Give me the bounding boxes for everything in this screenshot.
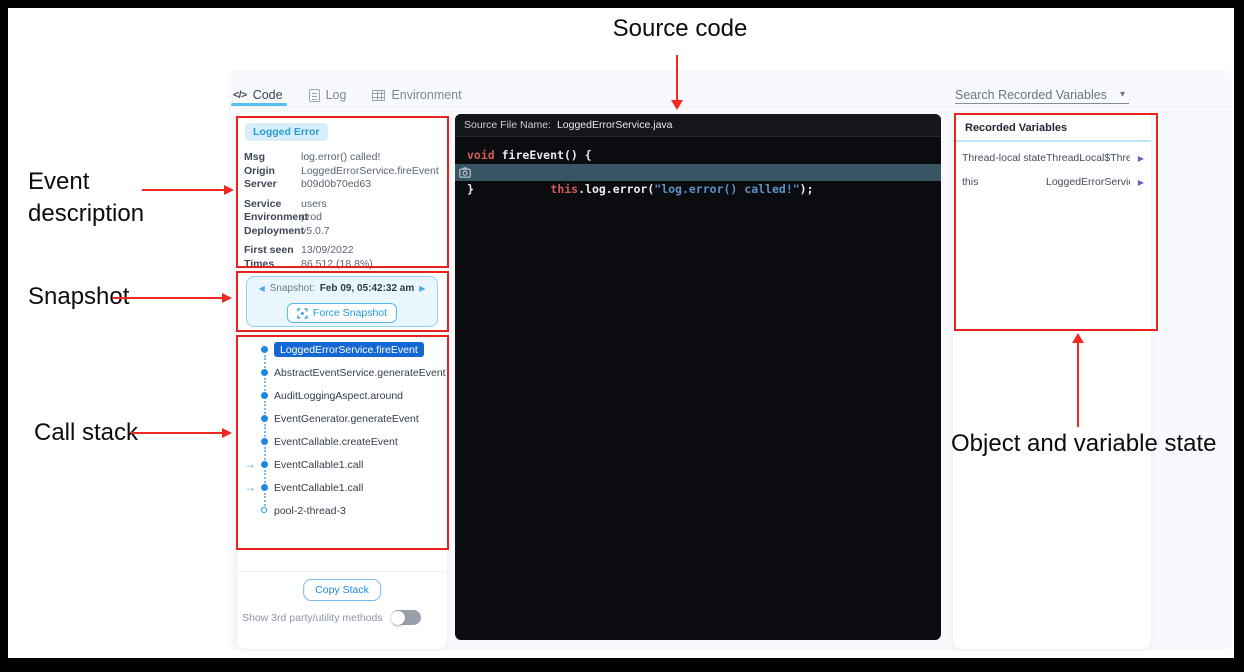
annotation-box-event-description [236, 116, 449, 268]
tab-code-label: Code [253, 88, 283, 102]
toggle-knob [391, 611, 405, 625]
annotation-event-description: Event description [28, 166, 144, 230]
screenshot-stage: </> Code Log Environment Search Recorded… [0, 0, 1244, 672]
tab-log[interactable]: Log [309, 88, 347, 102]
code-token: } [467, 182, 474, 196]
code-token: fireEvent() { [495, 148, 592, 162]
third-party-toggle-label: Show 3rd party/utility methods [242, 612, 383, 624]
source-file-label: Source File Name: [464, 119, 551, 131]
search-placeholder: Search Recorded Variables [955, 88, 1107, 102]
environment-icon [372, 90, 385, 101]
tabbar-divider [228, 106, 1232, 107]
code-line-highlighted: this.log.error("log.error() called!"); [455, 164, 941, 181]
tab-environment[interactable]: Environment [372, 88, 461, 102]
third-party-toggle[interactable] [391, 610, 421, 625]
keyword-token: void [467, 148, 495, 162]
annotation-object-state: Object and variable state [951, 430, 1217, 458]
snapshot-gutter-icon[interactable] [459, 167, 471, 178]
tab-code[interactable]: </> Code [233, 88, 283, 102]
search-recorded-variables-dropdown[interactable]: Search Recorded Variables ▾ [955, 86, 1129, 104]
chevron-down-icon: ▾ [1120, 89, 1125, 100]
annotation-line: Event [28, 166, 144, 198]
arrow-source-code-head [671, 100, 683, 110]
arrow-object-state-line [1077, 341, 1079, 427]
arrow-object-state-head [1072, 333, 1084, 343]
arrow-event-line [142, 189, 226, 191]
tab-log-label: Log [326, 88, 347, 102]
stack-footer-divider [238, 571, 446, 572]
annotation-line: description [28, 198, 144, 230]
log-icon [309, 89, 320, 102]
active-tab-underline [231, 103, 287, 106]
arrow-call-stack-line [131, 432, 224, 434]
annotation-box-call-stack [236, 335, 449, 550]
annotation-call-stack: Call stack [34, 419, 138, 447]
annotation-source-code: Source code [560, 15, 800, 43]
third-party-toggle-row: Show 3rd party/utility methods [242, 610, 440, 625]
copy-stack-button[interactable]: Copy Stack [303, 579, 381, 601]
tab-environment-label: Environment [391, 88, 461, 102]
annotation-box-variables [954, 113, 1158, 331]
arrow-snapshot-line [113, 297, 224, 299]
code-line: void fireEvent() { [455, 147, 941, 164]
annotation-box-snapshot [236, 271, 449, 332]
arrow-event-head [224, 185, 234, 195]
arrow-snapshot-head [222, 293, 232, 303]
arrow-source-code-line [676, 55, 678, 102]
code-line: } [455, 181, 941, 198]
source-file-name: LoggedErrorService.java [557, 119, 673, 131]
source-code-panel: Source File Name: LoggedErrorService.jav… [455, 114, 941, 640]
arrow-call-stack-head [222, 428, 232, 438]
code-icon: </> [233, 89, 247, 101]
source-file-header: Source File Name: LoggedErrorService.jav… [455, 114, 941, 137]
